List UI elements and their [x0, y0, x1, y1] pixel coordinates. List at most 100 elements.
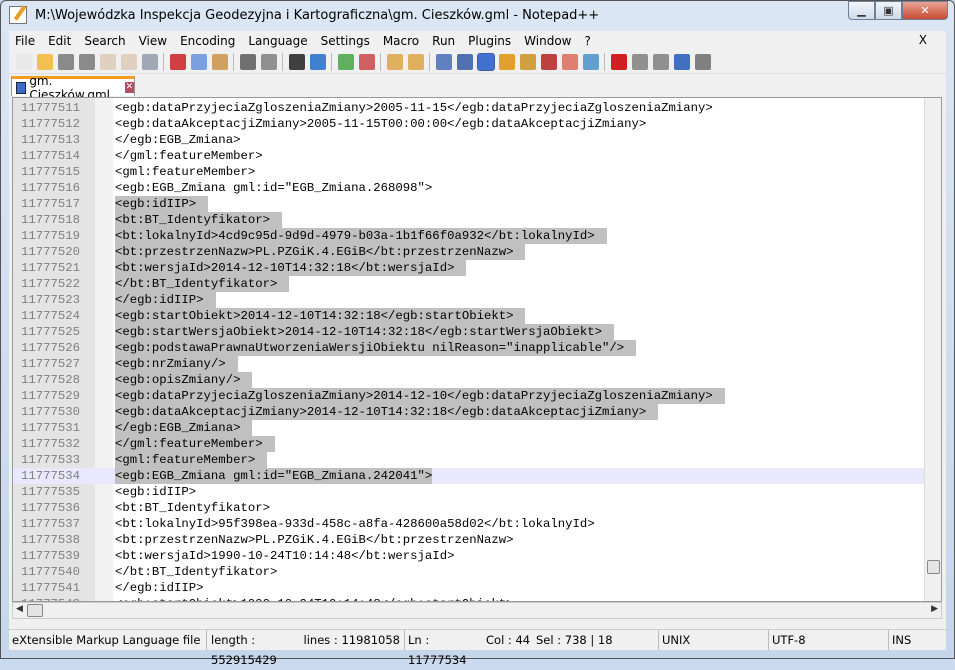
paste-icon[interactable]: [211, 53, 228, 70]
editor-line[interactable]: 11777516 <egb:EGB_Zmiana gml:id="EGB_Zmia…: [13, 180, 941, 196]
copy-icon[interactable]: [190, 53, 207, 70]
new-file-icon[interactable]: [15, 53, 32, 70]
undo-icon[interactable]: [239, 53, 256, 70]
function-list-icon[interactable]: [540, 53, 557, 70]
show-all-chars-icon[interactable]: [456, 53, 473, 70]
editor-line[interactable]: 11777529 <egb:dataPrzyjeciaZgloszeniaZmia…: [13, 388, 941, 404]
scroll-right-arrow-icon[interactable]: ▶: [931, 604, 938, 614]
status-encoding[interactable]: UTF-8: [769, 630, 889, 650]
close-document-button[interactable]: X: [919, 33, 927, 47]
editor-line[interactable]: 11777515 <gml:featureMember>: [13, 164, 941, 180]
editor-line[interactable]: 11777538 <bt:przestrzenNazw>PL.PZGiK.4.EG…: [13, 532, 941, 548]
maximize-button[interactable]: ▣: [875, 1, 902, 20]
record-macro-icon[interactable]: [610, 53, 627, 70]
editor-line[interactable]: 11777524 <egb:startObiekt>2014-12-10T14:3…: [13, 308, 941, 324]
line-text: <egb:dataAkceptacjiZmiany>2005-11-15T00:…: [115, 117, 647, 131]
editor-line[interactable]: 11777528 <egb:opisZmiany/>: [13, 372, 941, 388]
minimize-button[interactable]: ▁: [848, 1, 875, 20]
menu-settings[interactable]: Settings: [321, 34, 370, 48]
editor-line[interactable]: 11777527 <egb:nrZmiany/>: [13, 356, 941, 372]
tab-gm-cieszkow[interactable]: gm. Cieszków.gml ✕: [11, 74, 135, 102]
editor-line[interactable]: 11777540 </bt:BT_Identyfikator>: [13, 564, 941, 580]
line-text: <egb:startWersjaObiekt>2014-12-10T14:32:…: [115, 324, 615, 340]
editor-line[interactable]: 11777535 <egb:idIIP>: [13, 484, 941, 500]
menu-help[interactable]: ?: [584, 34, 590, 48]
menu-view[interactable]: View: [139, 34, 167, 48]
doc-map-icon[interactable]: [519, 53, 536, 70]
playback-icon[interactable]: [652, 53, 669, 70]
menu-window[interactable]: Window: [524, 34, 571, 48]
editor-line[interactable]: 11777537 <bt:lokalnyId>95f398ea-933d-458c…: [13, 516, 941, 532]
editor-line[interactable]: 11777514 </gml:featureMember>: [13, 148, 941, 164]
stop-record-icon[interactable]: [631, 53, 648, 70]
editor-line[interactable]: 11777521 <bt:wersjaId>2014-12-10T14:32:18…: [13, 260, 941, 276]
editor-line[interactable]: 11777530 <egb:dataAkceptacjiZmiany>2014-1…: [13, 404, 941, 420]
editor-line[interactable]: 11777534 <egb:EGB_Zmiana gml:id="EGB_Zmia…: [13, 468, 941, 484]
menu-language[interactable]: Language: [248, 34, 307, 48]
line-number: 11777513: [21, 133, 81, 147]
menu-file[interactable]: File: [15, 34, 35, 48]
line-number: 11777534: [21, 469, 81, 483]
run-macro-multiple-icon[interactable]: [673, 53, 690, 70]
tab-close-button[interactable]: ✕: [124, 82, 134, 93]
editor-line[interactable]: 11777523 </egb:idIIP>: [13, 292, 941, 308]
save-icon[interactable]: [57, 53, 74, 70]
replace-icon[interactable]: [309, 53, 326, 70]
indent-guide-icon[interactable]: [476, 52, 495, 71]
vertical-scrollbar[interactable]: [924, 98, 941, 601]
close-all-icon[interactable]: [120, 53, 137, 70]
save-macro-icon[interactable]: [694, 53, 711, 70]
open-file-icon[interactable]: [36, 53, 53, 70]
editor-line[interactable]: 11777519 <bt:lokalnyId>4cd9c95d-9d9d-4979…: [13, 228, 941, 244]
editor-line[interactable]: 11777531 </egb:EGB_Zmiana>: [13, 420, 941, 436]
text-editor[interactable]: 11777511 <egb:dataPrzyjeciaZgloszeniaZmia…: [12, 97, 942, 602]
word-wrap-icon[interactable]: [435, 53, 452, 70]
zoom-in-icon[interactable]: [337, 53, 354, 70]
close-icon[interactable]: [99, 53, 116, 70]
line-number: 11777538: [21, 533, 81, 547]
editor-line[interactable]: 11777518 <bt:BT_Identyfikator>: [13, 212, 941, 228]
close-window-button[interactable]: ✕: [902, 1, 948, 20]
monitoring-icon[interactable]: [582, 53, 599, 70]
line-text: <gml:featureMember>: [115, 165, 256, 179]
cut-icon[interactable]: [169, 53, 186, 70]
print-icon[interactable]: [141, 53, 158, 70]
editor-line[interactable]: 11777522 </bt:BT_Identyfikator>: [13, 276, 941, 292]
editor-line[interactable]: 11777541 </egb:idIIP>: [13, 580, 941, 596]
folder-workspace-icon[interactable]: [561, 53, 578, 70]
user-lang-icon[interactable]: [498, 53, 515, 70]
menu-search[interactable]: Search: [84, 34, 125, 48]
menu-macro[interactable]: Macro: [383, 34, 419, 48]
editor-line[interactable]: 11777520 <bt:przestrzenNazw>PL.PZGiK.4.EG…: [13, 244, 941, 260]
sync-horizontal-icon[interactable]: [407, 53, 424, 70]
status-eol[interactable]: UNIX: [659, 630, 769, 650]
vertical-scroll-thumb[interactable]: [927, 560, 940, 574]
editor-line[interactable]: 11777533 <gml:featureMember>: [13, 452, 941, 468]
menu-plugins[interactable]: Plugins: [468, 34, 511, 48]
editor-line[interactable]: 11777536 <bt:BT_Identyfikator>: [13, 500, 941, 516]
line-text: <egb:dataAkceptacjiZmiany>2014-12-10T14:…: [115, 404, 659, 420]
editor-line[interactable]: 11777532 </gml:featureMember>: [13, 436, 941, 452]
line-number: 11777535: [21, 485, 81, 499]
find-icon[interactable]: [288, 53, 305, 70]
editor-line[interactable]: 11777539 <bt:wersjaId>1990-10-24T10:14:48…: [13, 548, 941, 564]
editor-line[interactable]: 11777512 <egb:dataAkceptacjiZmiany>2005-1…: [13, 116, 941, 132]
sync-vertical-icon[interactable]: [386, 53, 403, 70]
editor-line[interactable]: 11777513 </egb:EGB_Zmiana>: [13, 132, 941, 148]
editor-line[interactable]: 11777526 <egb:podstawaPrawnaUtworzeniaWer…: [13, 340, 941, 356]
horizontal-scrollbar[interactable]: ◀ ▶: [12, 602, 942, 619]
save-all-icon[interactable]: [78, 53, 95, 70]
line-number: 11777526: [21, 341, 81, 355]
redo-icon[interactable]: [260, 53, 277, 70]
zoom-out-icon[interactable]: [358, 53, 375, 70]
menu-edit[interactable]: Edit: [48, 34, 71, 48]
menu-run[interactable]: Run: [432, 34, 455, 48]
menu-encoding[interactable]: Encoding: [180, 34, 235, 48]
status-length: length : 552915429: [211, 633, 277, 667]
line-number: 11777522: [21, 277, 81, 291]
editor-line[interactable]: 11777525 <egb:startWersjaObiekt>2014-12-1…: [13, 324, 941, 340]
editor-line[interactable]: 11777517 <egb:idIIP>: [13, 196, 941, 212]
scroll-left-arrow-icon[interactable]: ◀: [16, 604, 23, 614]
editor-line[interactable]: 11777511 <egb:dataPrzyjeciaZgloszeniaZmia…: [13, 100, 941, 116]
horizontal-scroll-thumb[interactable]: [27, 604, 43, 617]
